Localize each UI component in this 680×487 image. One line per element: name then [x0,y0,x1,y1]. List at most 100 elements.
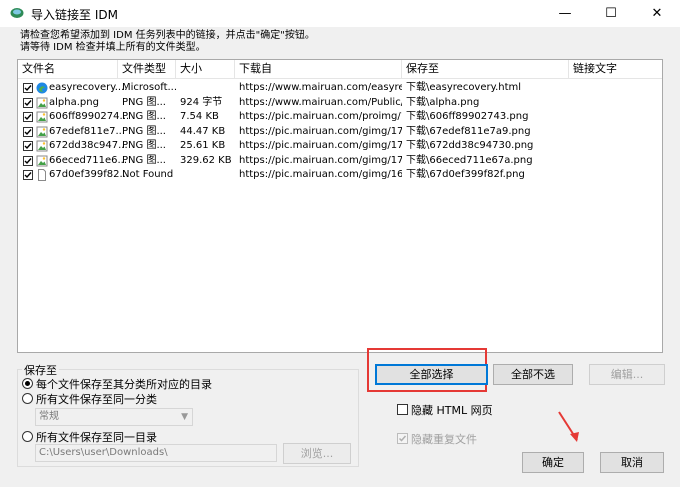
radio-same-category[interactable] [22,393,33,404]
png-image-icon [36,155,48,166]
radio-same-folder[interactable] [22,431,33,442]
row-checkbox[interactable] [23,170,33,180]
pointer-arrow-icon [558,411,579,442]
row-from: https://pic.mairuan.com/gimg/17436... [239,125,402,137]
row-size: 329.62 KB [180,154,232,166]
column-header-filetype[interactable]: 文件类型 [118,60,176,78]
close-button[interactable]: ✕ [634,0,680,27]
row-from: https://www.mairuan.com/easyreco... [239,82,402,93]
png-image-icon [36,97,48,108]
row-link [569,81,662,95]
row-from: https://pic.mairuan.com/proimg/128... [239,111,402,122]
row-link [569,110,662,124]
column-header-size[interactable]: 大小 [176,60,235,78]
row-save: 下载\easyrecovery.html [406,82,522,93]
row-type: Microsoft... [122,82,176,93]
row-checkbox[interactable] [23,155,33,166]
window-title: 导入链接至 IDM [31,8,118,22]
row-size: 44.47 KB [180,125,226,137]
row-filename: 67d0ef399f82... [49,169,129,180]
row-save: 下载\67edef811e7a9.png [406,125,531,137]
row-type: PNG 图... [122,140,166,151]
row-link [569,125,662,139]
links-list[interactable]: 文件名 文件类型 大小 下载自 保存至 链接文字 easyrecovery...… [17,59,663,353]
instruction-line-1: 请检查您希望添加到 IDM 任务列表中的链接，并点击"确定"按钮。 [20,30,315,41]
folder-path-input[interactable]: C:\Users\user\Downloads\ [35,444,277,462]
table-row[interactable]: 67d0ef399f82... Not Found https://pic.mair… [18,168,662,182]
row-checkbox[interactable] [23,112,33,122]
list-header: 文件名 文件类型 大小 下载自 保存至 链接文字 [18,60,662,79]
png-image-icon [36,111,48,123]
hide-html-label: 隐藏 HTML 网页 [411,404,493,417]
column-header-from[interactable]: 下载自 [235,60,402,78]
title-bar[interactable]: 导入链接至 IDM — ☐ ✕ [0,0,680,27]
row-size: 924 字节 [180,96,223,108]
row-save: 下载\672dd38c94730.png [406,140,534,151]
row-size [176,168,235,182]
row-filename: 672dd38c947... [49,140,128,151]
table-row[interactable]: 672dd38c947... PNG 图... 25.61 KB https://pi… [18,139,662,153]
row-type: Not Found [122,169,174,180]
row-type: PNG 图... [122,125,166,137]
radio-per-category[interactable] [22,378,33,389]
row-filename: 66eced711e6... [49,154,128,166]
png-image-icon [36,126,48,137]
row-link [569,154,662,168]
category-select-value: 常规 [39,411,59,422]
png-image-icon [36,140,48,152]
table-row[interactable]: alpha.png PNG 图... 924 字节 https://www.mairu… [18,96,662,110]
table-row[interactable]: 67edef811e7... PNG 图... 44.47 KB https://pi… [18,125,662,139]
row-checkbox[interactable] [23,141,33,151]
select-none-button[interactable]: 全部不选 [493,364,573,385]
column-header-linktext[interactable]: 链接文字 [569,60,662,78]
hide-html-checkbox[interactable] [397,404,408,415]
row-link [569,96,662,110]
row-checkbox[interactable] [23,97,33,108]
row-type: PNG 图... [122,96,166,108]
instructions: 请检查您希望添加到 IDM 任务列表中的链接，并点击"确定"按钮。 请等待 ID… [20,30,315,54]
cancel-button[interactable]: 取消 [600,452,664,473]
row-checkbox[interactable] [23,83,33,93]
radio-same-category-label: 所有文件保存至同一分类 [36,393,157,406]
row-link [569,168,662,182]
idm-app-icon [10,8,24,18]
row-from: https://www.mairuan.com/Public/im... [239,96,402,108]
table-row[interactable]: 66eced711e6... PNG 图... 329.62 KB https://p… [18,154,662,168]
column-header-filename[interactable]: 文件名 [18,60,118,78]
hide-duplicates-label: 隐藏重复文件 [411,433,477,446]
row-link [569,139,662,153]
instruction-line-2: 请等待 IDM 检查并填上所有的文件类型。 [20,42,206,53]
radio-same-folder-label: 所有文件保存至同一目录 [36,431,157,444]
edge-icon [36,82,48,94]
row-size [176,81,235,95]
row-save: 下载\606ff89902743.png [406,111,529,122]
edit-button[interactable]: 编辑... [589,364,665,385]
row-from: https://pic.mairuan.com/gimg/16178... [239,169,402,180]
minimize-button[interactable]: — [542,0,588,27]
row-save: 下载\67d0ef399f82f.png [406,169,525,180]
column-header-saveto[interactable]: 保存至 [402,60,569,78]
maximize-button[interactable]: ☐ [588,0,634,27]
row-filename: alpha.png [49,96,99,108]
row-type: PNG 图... [122,154,166,166]
row-from: https://pic.mairuan.com/gimg/17268... [239,154,402,166]
row-filename: easyrecovery.... [49,82,128,93]
ok-button[interactable]: 确定 [522,452,584,473]
browse-button[interactable]: 浏览... [283,443,351,464]
blank-file-icon [38,169,46,181]
row-save: 下载\alpha.png [406,96,480,108]
row-filename: 67edef811e7... [49,125,126,137]
table-row[interactable]: easyrecovery.... Microsoft... https://www.… [18,81,662,95]
table-row[interactable]: 606ff8990274... PNG 图... 7.54 KB https://pi… [18,110,662,124]
hide-duplicates-checkbox[interactable] [397,433,408,444]
import-links-dialog: 导入链接至 IDM — ☐ ✕ 请检查您希望添加到 IDM 任务列表中的链接，并… [0,0,680,487]
select-all-button[interactable]: 全部选择 [375,364,488,385]
row-size: 7.54 KB [180,111,219,122]
radio-per-category-label: 每个文件保存至其分类所对应的目录 [36,378,212,391]
row-type: PNG 图... [122,111,166,122]
chevron-down-icon: ▼ [181,412,188,422]
row-checkbox[interactable] [23,126,33,137]
category-select[interactable]: 常规 ▼ [35,408,193,426]
row-save: 下载\66eced711e67a.png [406,154,533,166]
row-from: https://pic.mairuan.com/gimg/17309... [239,140,402,151]
